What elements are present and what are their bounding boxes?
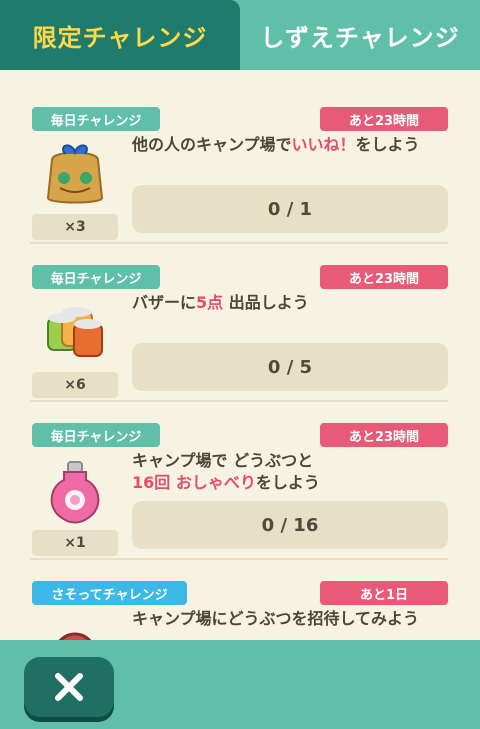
challenge-type-badge: 毎日チャレンジ bbox=[32, 107, 160, 131]
desc-line: 16回 おしゃべりをしよう bbox=[132, 472, 452, 494]
challenge-card: 毎日チャレンジ あと23時間 ×3 他の人のキャンプ場でいいね！をしよう 0 /… bbox=[0, 70, 480, 244]
bottom-bar bbox=[0, 640, 480, 729]
desc-text: 出品しよう bbox=[223, 293, 309, 312]
potion-icon bbox=[50, 461, 100, 524]
desc-highlight: 16回 bbox=[132, 473, 171, 492]
desc-highlight: いいね！ bbox=[291, 135, 356, 154]
challenge-description: 他の人のキャンプ場でいいね！をしよう bbox=[132, 134, 452, 156]
challenge-card: 毎日チャレンジ あと23時間 ×1 キャンプ場で どうぶつと 16回 おしゃべり… bbox=[0, 386, 480, 560]
canned-food-icon bbox=[47, 307, 103, 357]
desc-highlight: 5点 bbox=[196, 293, 224, 312]
time-remaining-badge: あと23時間 bbox=[320, 107, 448, 131]
desc-line: キャンプ場で どうぶつと bbox=[132, 451, 314, 470]
progress-bar: 0 / 16 bbox=[132, 501, 448, 549]
time-remaining-badge: あと23時間 bbox=[320, 265, 448, 289]
tab-shizue-challenge[interactable]: しずえチャレンジ bbox=[240, 0, 480, 70]
challenge-tabs: 限定チャレンジ しずえチャレンジ bbox=[0, 0, 480, 70]
challenge-description: キャンプ場にどうぶつを招待してみよう bbox=[132, 609, 420, 628]
close-icon bbox=[55, 673, 83, 701]
progress-text: 0 / 1 bbox=[267, 198, 313, 220]
reward-item-icon bbox=[58, 632, 92, 640]
progress-bar: 0 / 5 bbox=[132, 343, 448, 391]
progress-text: 0 / 5 bbox=[267, 356, 313, 378]
close-button[interactable] bbox=[24, 657, 114, 717]
progress-text: 0 / 16 bbox=[261, 514, 319, 536]
desc-text: バザーに bbox=[132, 293, 197, 312]
desc-text: をしよう bbox=[255, 473, 320, 492]
challenge-card: さそってチャレンジ あと1日 キャンプ場にどうぶつを招待してみよう bbox=[0, 544, 480, 640]
gift-bag-icon bbox=[46, 144, 104, 204]
challenge-description: バザーに5点 出品しよう bbox=[132, 292, 452, 314]
desc-highlight: おしゃべり bbox=[175, 473, 256, 492]
time-remaining-badge: あと23時間 bbox=[320, 423, 448, 447]
challenge-type-badge: 毎日チャレンジ bbox=[32, 423, 160, 447]
challenge-description: キャンプ場で どうぶつと 16回 おしゃべりをしよう bbox=[132, 450, 452, 494]
time-remaining-badge: あと1日 bbox=[320, 581, 448, 605]
desc-text: をしよう bbox=[355, 135, 420, 154]
challenge-card: 毎日チャレンジ あと23時間 ×6 バザーに5点 出品しよう 0 / 5 bbox=[0, 228, 480, 402]
desc-text: 他の人のキャンプ場で bbox=[132, 135, 292, 154]
challenge-type-badge: 毎日チャレンジ bbox=[32, 265, 160, 289]
progress-bar: 0 / 1 bbox=[132, 185, 448, 233]
tab-limited-challenge[interactable]: 限定チャレンジ bbox=[0, 0, 240, 70]
challenge-type-badge: さそってチャレンジ bbox=[32, 581, 187, 605]
challenge-list[interactable]: 毎日チャレンジ あと23時間 ×3 他の人のキャンプ場でいいね！をしよう 0 /… bbox=[0, 70, 480, 640]
